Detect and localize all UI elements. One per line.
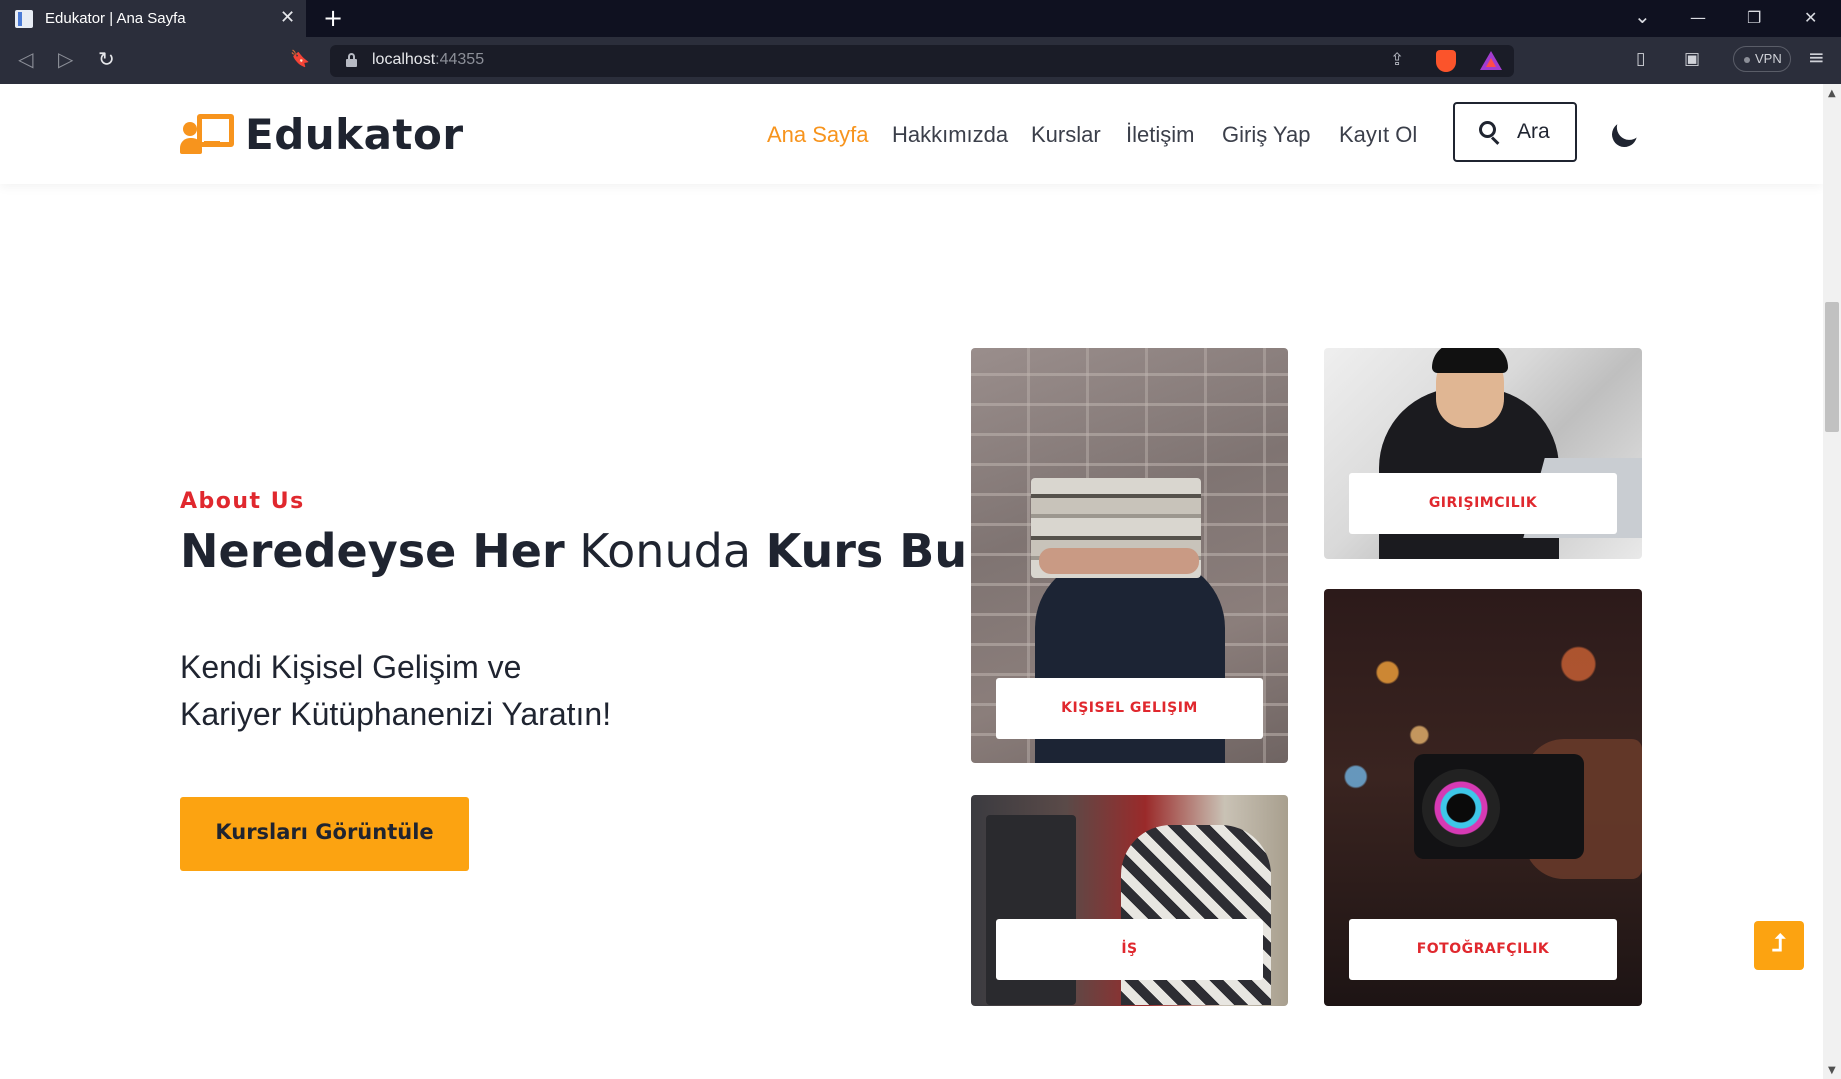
wallet-icon[interactable]: ▣ [1684, 49, 1700, 69]
category-card-photography[interactable]: FOTOĞRAFÇILIK [1324, 589, 1642, 1006]
brave-shields-icon[interactable] [1436, 50, 1456, 72]
favicon-icon [15, 10, 33, 28]
category-label[interactable]: GIRIŞIMCILIK [1349, 473, 1617, 534]
brave-rewards-icon[interactable] [1480, 51, 1502, 70]
nav-contact[interactable]: İletişim [1126, 122, 1194, 148]
lock-icon [346, 53, 357, 67]
vpn-status-icon [1744, 57, 1750, 63]
new-tab-button[interactable]: + [323, 4, 343, 32]
back-icon[interactable]: ◁ [18, 47, 33, 71]
site-header: Edukator Ana Sayfa Hakkımızda Kurslar İl… [0, 84, 1823, 184]
scrollbar-thumb[interactable] [1825, 302, 1839, 432]
category-card-entrepreneurship[interactable]: GIRIŞIMCILIK [1324, 348, 1642, 559]
hero-headline: Neredeyse Her Konuda Kurs Bul [180, 524, 983, 578]
page-scrollbar[interactable]: ▲ ▼ [1823, 84, 1841, 1079]
category-label[interactable]: FOTOĞRAFÇILIK [1349, 919, 1617, 980]
tab-list-icon[interactable]: ⌄ [1634, 4, 1651, 28]
category-label[interactable]: KIŞISEL GELIŞIM [996, 678, 1263, 739]
category-card-business[interactable]: İŞ [971, 795, 1288, 1006]
sidebar-icon[interactable]: ▯ [1636, 49, 1645, 69]
category-label[interactable]: İŞ [996, 919, 1263, 980]
share-icon[interactable]: ⇪ [1390, 50, 1404, 70]
bookmark-icon[interactable]: 🔖 [290, 49, 310, 68]
logo-teacher-icon[interactable] [180, 114, 234, 156]
view-courses-label: Kursları Görüntüle [215, 820, 434, 844]
window-close-icon[interactable]: ✕ [1804, 8, 1817, 27]
section-eyebrow: About Us [180, 489, 305, 514]
scroll-down-icon[interactable]: ▼ [1828, 1065, 1836, 1076]
logo-text[interactable]: Edukator [245, 110, 464, 159]
nav-about[interactable]: Hakkımızda [892, 122, 1008, 148]
browser-tab[interactable]: Edukator | Ana Sayfa ✕ [0, 0, 306, 37]
restore-icon[interactable]: ❐ [1747, 8, 1761, 27]
scroll-up-icon[interactable]: ▲ [1828, 88, 1836, 99]
forward-icon[interactable]: ▷ [58, 47, 73, 71]
back-to-top-button[interactable]: ⮥ [1754, 921, 1804, 970]
hero-subline: Kendi Kişisel Gelişim ve Kariyer Kütüpha… [180, 644, 611, 738]
tab-title: Edukator | Ana Sayfa [45, 10, 186, 27]
url-text: localhost:44355 [372, 51, 485, 68]
nav-courses[interactable]: Kurslar [1031, 122, 1101, 148]
hero-subline-1: Kendi Kişisel Gelişim ve [180, 649, 522, 685]
arrow-up-icon: ⮥ [1771, 929, 1787, 957]
vpn-label: VPN [1755, 51, 1782, 66]
search-button[interactable]: Ara [1453, 102, 1577, 162]
hero-subline-2: Kariyer Kütüphanenizi Yaratın! [180, 696, 612, 732]
address-bar[interactable]: localhost:44355 ⇪ [330, 45, 1514, 77]
vpn-button[interactable]: VPN [1733, 46, 1791, 72]
browser-toolbar: ◁ ▷ ↻ 🔖 localhost:44355 ⇪ ▯ ▣ VPN ≡ [0, 37, 1841, 84]
nav-register[interactable]: Kayıt Ol [1339, 122, 1417, 148]
nav-home[interactable]: Ana Sayfa [767, 122, 869, 148]
dark-mode-toggle-icon[interactable] [1608, 118, 1640, 150]
browser-titlebar: Edukator | Ana Sayfa ✕ + ⌄ — ❐ ✕ [0, 0, 1841, 37]
menu-icon[interactable]: ≡ [1808, 45, 1825, 69]
tab-close-icon[interactable]: ✕ [280, 7, 295, 28]
search-icon [1479, 121, 1501, 145]
nav-login[interactable]: Giriş Yap [1222, 122, 1310, 148]
reload-icon[interactable]: ↻ [98, 47, 115, 71]
page-viewport: Edukator Ana Sayfa Hakkımızda Kurslar İl… [0, 84, 1823, 1079]
category-card-personal-development[interactable]: KIŞISEL GELIŞIM [971, 348, 1288, 763]
minimize-icon[interactable]: — [1690, 8, 1706, 27]
search-label: Ara [1517, 120, 1550, 143]
view-courses-button[interactable]: Kursları Görüntüle [180, 797, 469, 871]
